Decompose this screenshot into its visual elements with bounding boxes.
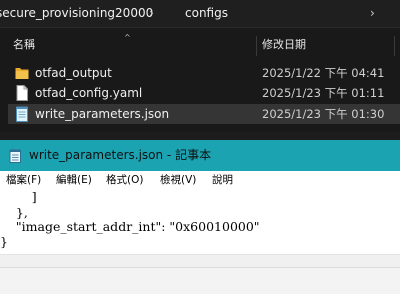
menu-view[interactable]: 檢視(V) bbox=[160, 173, 196, 187]
breadcrumb-item-configs[interactable]: configs bbox=[185, 6, 228, 20]
file-date-modified: 2025/1/23 下午 01:11 bbox=[262, 86, 385, 100]
file-date-modified: 2025/1/23 下午 01:30 bbox=[262, 107, 385, 121]
code-line: ] bbox=[0, 189, 37, 204]
chevron-right-icon[interactable]: › bbox=[149, 6, 154, 20]
notepad-file-icon bbox=[16, 106, 28, 122]
file-row-otfad-output[interactable]: otfad_output 2025/1/22 下午 04:41 bbox=[8, 63, 400, 83]
menu-edit[interactable]: 編輯(E) bbox=[56, 173, 92, 187]
code-line: "image_start_addr_int": "0x60010000" bbox=[0, 219, 260, 234]
file-name: otfad_config.yaml bbox=[35, 86, 143, 100]
code-line: } bbox=[0, 234, 8, 249]
menu-format[interactable]: 格式(O) bbox=[106, 173, 143, 187]
file-row-otfad-config-yaml[interactable]: otfad_config.yaml 2025/1/23 下午 01:11 bbox=[8, 83, 400, 103]
file-date-modified: 2025/1/22 下午 04:41 bbox=[262, 66, 385, 80]
file-explorer-window: secure_provisioning20000 › configs › ^ 名… bbox=[0, 0, 400, 132]
notepad-icon bbox=[9, 149, 21, 163]
menu-bar: 檔案(F) 編輯(E) 格式(O) 檢視(V) 說明 bbox=[0, 171, 400, 189]
file-name: otfad_output bbox=[35, 66, 112, 80]
address-bar[interactable]: secure_provisioning20000 › configs › bbox=[0, 0, 400, 28]
column-header-date-modified[interactable]: 修改日期 bbox=[262, 38, 306, 52]
sort-ascending-icon: ^ bbox=[124, 33, 131, 42]
notepad-window: write_parameters.json - 記事本 檔案(F) 編輯(E) … bbox=[0, 140, 400, 294]
file-name: write_parameters.json bbox=[35, 107, 170, 121]
column-divider[interactable] bbox=[256, 36, 257, 56]
file-icon bbox=[16, 85, 28, 101]
status-bar bbox=[0, 267, 400, 294]
text-editor-area[interactable]: ] }, "image_start_addr_int": "0x60010000… bbox=[0, 189, 400, 254]
notepad-title-bar[interactable]: write_parameters.json - 記事本 bbox=[0, 140, 400, 171]
folder-icon bbox=[15, 68, 29, 79]
column-header: ^ 名稱 修改日期 bbox=[0, 34, 400, 56]
file-row-write-parameters-json[interactable]: write_parameters.json 2025/1/23 下午 01:30 bbox=[8, 104, 400, 124]
menu-file[interactable]: 檔案(F) bbox=[6, 173, 41, 187]
breadcrumb-item-secure-provisioning[interactable]: secure_provisioning20000 bbox=[0, 6, 153, 20]
code-line: }, bbox=[0, 205, 28, 220]
horizontal-scrollbar[interactable] bbox=[0, 254, 400, 267]
column-header-name[interactable]: 名稱 bbox=[13, 38, 35, 52]
menu-help[interactable]: 說明 bbox=[212, 173, 233, 187]
window-title: write_parameters.json - 記事本 bbox=[29, 148, 212, 162]
column-divider[interactable] bbox=[394, 36, 395, 56]
chevron-right-icon[interactable]: › bbox=[370, 6, 375, 20]
